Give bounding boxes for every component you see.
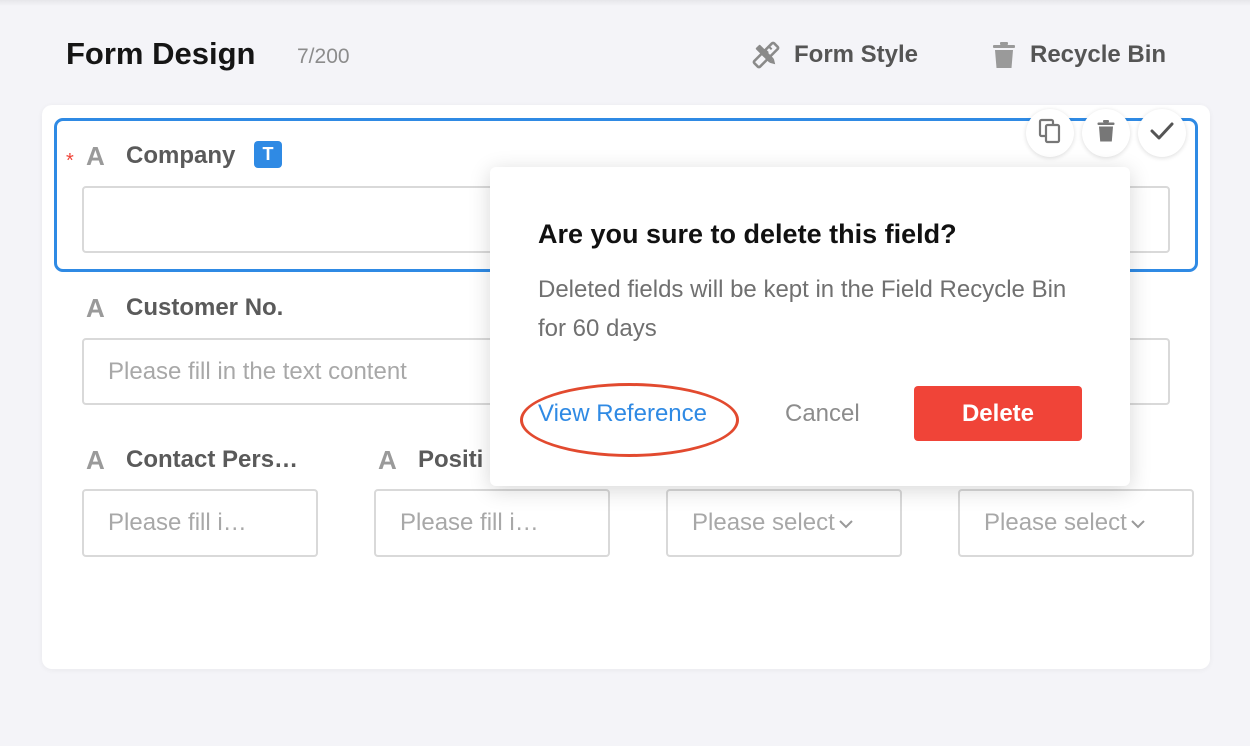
copy-icon <box>1038 118 1062 149</box>
trash-icon <box>1097 119 1115 147</box>
recycle-bin-button[interactable]: Recycle Bin <box>992 38 1166 72</box>
customer-no-label: Customer No. <box>126 294 284 321</box>
annotation-highlight-circle <box>520 383 739 457</box>
confirm-field-button[interactable] <box>1138 109 1186 157</box>
page-title: Form Design <box>66 36 256 71</box>
chevron-down-icon <box>1131 513 1145 534</box>
select-2-placeholder: Please select <box>984 509 1127 536</box>
copy-field-button[interactable] <box>1026 109 1074 157</box>
position-input[interactable]: Please fill i… <box>374 489 610 557</box>
company-label: Company <box>126 142 236 169</box>
text-field-icon: A <box>86 445 105 475</box>
recycle-bin-label: Recycle Bin <box>1030 41 1167 68</box>
customer-no-placeholder: Please fill in the text content <box>108 357 407 385</box>
select-field-1[interactable]: Please select <box>666 489 902 557</box>
text-field-icon: A <box>86 141 105 171</box>
form-style-button[interactable]: Form Style <box>752 38 918 72</box>
contact-person-input[interactable]: Please fill i… <box>82 489 318 557</box>
delete-button[interactable]: Delete <box>914 386 1082 441</box>
trash-icon <box>992 41 1016 69</box>
dialog-title: Are you sure to delete this field? <box>538 219 957 249</box>
select-field-2[interactable]: Please select <box>958 489 1194 557</box>
chevron-down-icon <box>839 513 853 534</box>
text-type-badge: T <box>254 141 282 168</box>
position-label: Positi <box>418 446 484 473</box>
select-1-placeholder: Please select <box>692 509 835 536</box>
brush-ruler-icon <box>752 41 780 69</box>
required-mark: * <box>66 150 74 172</box>
cancel-button[interactable]: Cancel <box>785 400 860 428</box>
field-count: 7/200 <box>297 45 350 68</box>
dialog-message: Deleted fields will be kept in the Field… <box>538 276 1067 342</box>
top-shadow <box>0 0 1250 6</box>
position-placeholder: Please fill i… <box>400 509 539 536</box>
delete-field-button[interactable] <box>1082 109 1130 157</box>
text-field-icon: A <box>86 293 105 323</box>
form-style-label: Form Style <box>794 41 919 68</box>
contact-person-placeholder: Please fill i… <box>108 509 247 536</box>
text-field-icon: A <box>378 445 397 475</box>
check-icon <box>1150 122 1174 145</box>
contact-person-label: Contact Pers… <box>126 446 299 473</box>
